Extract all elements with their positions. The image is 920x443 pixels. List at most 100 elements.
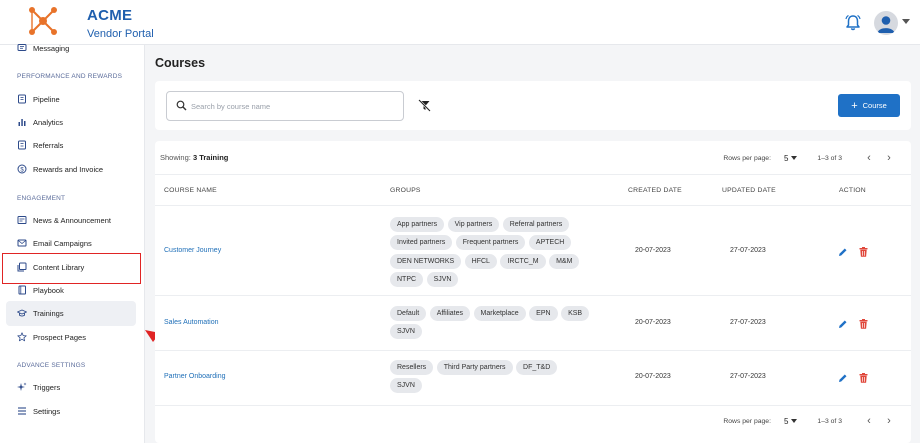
search-icon — [176, 100, 187, 111]
bar-chart-icon — [18, 119, 26, 126]
add-course-button[interactable]: + Course — [838, 94, 900, 117]
created-date: 20-07-2023 — [635, 247, 671, 254]
column-header-action: ACTION — [839, 187, 866, 194]
pipeline-icon — [18, 94, 26, 104]
pagination-range: 1–3 of 3 — [817, 417, 842, 425]
next-page-icon[interactable]: › — [879, 415, 899, 427]
course-name-link[interactable]: Partner Onboarding — [164, 373, 225, 380]
edit-pencil-icon[interactable] — [838, 319, 848, 329]
sidebar-item-label: Email Campaigns — [33, 238, 92, 248]
top-header: ACME Vendor Portal — [0, 0, 920, 45]
updated-date: 27-07-2023 — [730, 247, 766, 254]
sidebar-item-pipeline[interactable]: Pipeline — [17, 90, 60, 108]
sidebar-item-label: Rewards and Invoice — [33, 164, 104, 174]
sidebar-item-label: Trainings — [33, 308, 64, 318]
group-chip: KSB — [561, 305, 590, 321]
created-date: 20-07-2023 — [635, 319, 671, 326]
chevron-down-icon[interactable] — [902, 19, 910, 24]
filter-off-icon[interactable] — [418, 99, 431, 112]
prev-page-icon[interactable]: ‹ — [859, 152, 879, 164]
group-chip: Third Party partners — [436, 359, 513, 375]
column-header-groups[interactable]: GROUPS — [390, 187, 421, 194]
chevron-down-icon[interactable] — [791, 419, 798, 423]
next-page-icon[interactable]: › — [879, 152, 899, 164]
group-chip: DF_T&D — [516, 359, 558, 375]
page-title: Courses — [155, 56, 206, 70]
chevron-down-icon[interactable] — [791, 156, 798, 160]
sidebar-item-rewards-and-invoice[interactable]: $ Rewards and Invoice — [17, 160, 103, 178]
showing-count: Showing: 3 Training — [160, 153, 228, 162]
graduation-cap-icon — [17, 309, 27, 317]
section-title-advance-settings: ADVANCE SETTINGS — [17, 362, 86, 369]
delete-trash-icon[interactable] — [859, 247, 868, 257]
group-chip: EPN — [529, 305, 558, 321]
table-row: Customer Journey App partners Vip partne… — [155, 206, 911, 296]
group-chip: SJVN — [390, 324, 422, 339]
rows-per-page-label: Rows per page: — [723, 154, 771, 162]
brand-subtitle: Vendor Portal — [87, 28, 154, 40]
column-header-course-name[interactable]: COURSE NAME — [164, 187, 217, 194]
pagination-top: Rows per page: 5 1–3 of 3 ‹ › — [723, 151, 899, 165]
group-chip: Resellers — [390, 359, 434, 375]
group-chip: Affiliates — [429, 305, 471, 321]
showing-value: 3 Training — [192, 153, 229, 162]
groups-list: App partners Vip partners Referral partn… — [390, 215, 595, 289]
sidebar-item-label: Prospect Pages — [33, 332, 86, 342]
dollar-icon: $ — [17, 164, 27, 174]
courses-table: Showing: 3 Training Rows per page: 5 1–3… — [155, 141, 911, 443]
updated-date: 27-07-2023 — [730, 373, 766, 380]
acme-logo-icon — [29, 7, 57, 35]
sidebar-item-trainings[interactable]: Trainings — [17, 304, 64, 322]
email-icon — [17, 239, 27, 247]
sidebar-item-prospect-pages[interactable]: Prospect Pages — [17, 328, 86, 346]
sidebar-item-label: Triggers — [33, 382, 61, 392]
sidebar-item-news-announcement[interactable]: News & Announcement — [17, 211, 111, 229]
sidebar-item-email-campaigns[interactable]: Email Campaigns — [17, 234, 92, 252]
table-row: Partner Onboarding Resellers Third Party… — [155, 351, 911, 406]
delete-trash-icon[interactable] — [859, 319, 868, 329]
sidebar-item-label: Analytics — [33, 117, 64, 127]
section-title-engagement: ENGAGEMENT — [17, 195, 66, 202]
group-chip: SJVN — [390, 378, 422, 393]
sidebar-item-analytics[interactable]: Analytics — [17, 113, 63, 131]
group-chip: IRCTC_M — [500, 253, 546, 269]
sidebar-item-label: Playbook — [33, 285, 64, 295]
sidebar-item-triggers[interactable]: Triggers — [17, 378, 60, 396]
search-field[interactable] — [166, 91, 404, 121]
edit-pencil-icon[interactable] — [838, 373, 848, 383]
sidebar-item-settings[interactable]: Settings — [17, 402, 60, 420]
settings-list-icon — [18, 407, 26, 415]
table-header: COURSE NAME GROUPS CREATED DATE UPDATED … — [155, 174, 911, 206]
groups-list: Resellers Third Party partners DF_T&D SJ… — [390, 358, 595, 395]
course-name-link[interactable]: Customer Journey — [164, 247, 221, 254]
star-icon — [17, 332, 27, 342]
updated-date: 27-07-2023 — [730, 319, 766, 326]
groups-list: Default Affiliates Marketplace EPN KSB S… — [390, 304, 595, 341]
rows-per-page-select[interactable]: 5 — [784, 154, 788, 163]
news-icon — [17, 216, 27, 224]
column-header-updated-date[interactable]: UPDATED DATE — [722, 187, 776, 194]
sidebar-item-label: Settings — [33, 406, 61, 416]
sidebar: Messaging PERFORMANCE AND REWARDS Pipeli… — [0, 44, 145, 443]
brand-name: ACME — [87, 7, 133, 24]
column-header-created-date[interactable]: CREATED DATE — [628, 187, 682, 194]
group-chip: App partners — [390, 216, 445, 232]
edit-pencil-icon[interactable] — [838, 247, 848, 257]
delete-trash-icon[interactable] — [859, 373, 868, 383]
plus-icon: + — [851, 99, 858, 112]
message-icon — [17, 44, 27, 51]
course-name-link[interactable]: Sales Automation — [164, 319, 218, 326]
prev-page-icon[interactable]: ‹ — [859, 415, 879, 427]
sidebar-item-referrals[interactable]: Referrals — [17, 136, 63, 154]
brand: ACME Vendor Portal — [87, 7, 154, 42]
group-chip: DEN NETWORKS — [390, 253, 462, 269]
sidebar-item-messaging[interactable]: Messaging — [17, 39, 69, 57]
user-avatar-icon[interactable] — [874, 11, 898, 35]
group-chip: SJVN — [426, 272, 459, 287]
group-chip: Referral partners — [502, 216, 570, 232]
sidebar-item-label: Pipeline — [33, 94, 60, 104]
search-input[interactable] — [191, 98, 396, 114]
rows-per-page-select[interactable]: 5 — [784, 417, 788, 426]
bell-icon[interactable] — [843, 13, 863, 33]
add-course-label: Course — [862, 101, 887, 110]
